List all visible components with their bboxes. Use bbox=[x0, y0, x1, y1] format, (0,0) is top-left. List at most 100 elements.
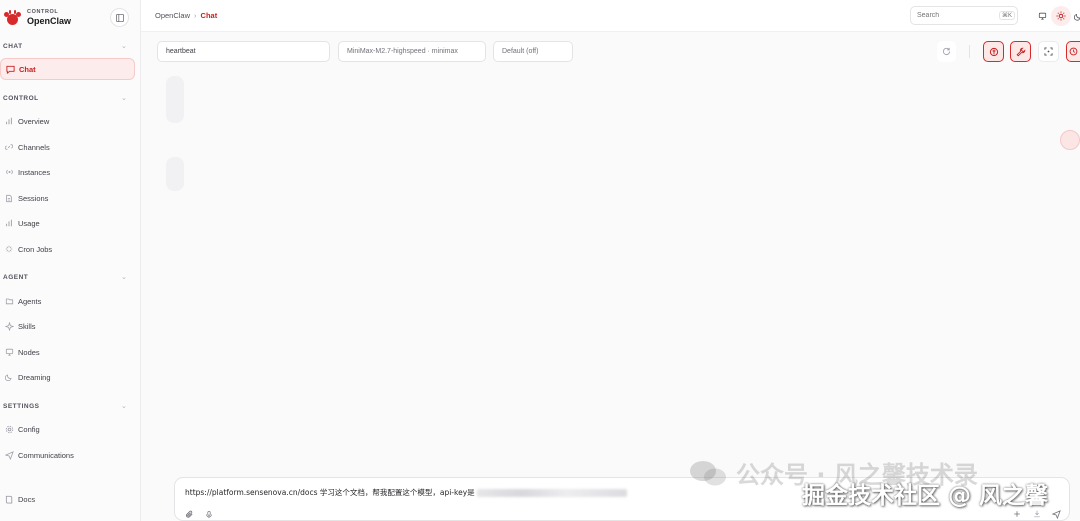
wechat-logo-icon bbox=[688, 458, 728, 488]
folder-icon bbox=[4, 296, 14, 306]
sidebar-item-label: Instances bbox=[18, 167, 51, 177]
bar-chart-icon bbox=[4, 116, 14, 126]
openclaw-logo-icon bbox=[4, 9, 21, 27]
composer-text: https://platform.sensenova.cn/docs 学习这个文… bbox=[185, 488, 475, 497]
sidebar-item-label: Nodes bbox=[18, 347, 40, 357]
sidebar-item-sessions[interactable]: Sessions bbox=[0, 187, 135, 209]
section-label-chat: CHAT bbox=[3, 43, 23, 50]
breadcrumb-separator: › bbox=[194, 11, 197, 20]
search-box[interactable]: ⌘K bbox=[910, 6, 1018, 25]
breadcrumb-current: Chat bbox=[200, 11, 218, 20]
scroll-indicator[interactable] bbox=[1060, 130, 1080, 150]
thinking-toggle-button[interactable] bbox=[983, 41, 1004, 62]
wrench-icon bbox=[1016, 47, 1025, 56]
sidebar-item-docs[interactable]: Docs bbox=[0, 488, 135, 510]
section-label-control: CONTROL bbox=[3, 95, 39, 102]
refresh-icon bbox=[942, 47, 951, 56]
sidebar-item-label: Agents bbox=[18, 296, 42, 306]
new-chat-button[interactable] bbox=[1012, 509, 1022, 519]
watermark-juejin: 掘金技术社区 @ 风之馨 bbox=[802, 483, 1049, 509]
voice-button[interactable] bbox=[204, 509, 214, 519]
download-icon bbox=[1034, 510, 1040, 518]
sidebar-toggle-icon bbox=[115, 13, 124, 22]
session-select[interactable]: heartbeat bbox=[157, 41, 330, 62]
history-button[interactable] bbox=[1066, 41, 1080, 62]
sidebar-item-label: Skills bbox=[18, 321, 36, 331]
sparkle-icon bbox=[4, 321, 14, 331]
send-icon bbox=[1051, 509, 1061, 519]
microphone-icon bbox=[206, 510, 212, 518]
message-skeleton bbox=[166, 157, 184, 191]
brain-icon bbox=[989, 47, 998, 56]
sidebar-item-label: Docs bbox=[18, 494, 36, 504]
gear-icon bbox=[4, 424, 14, 434]
redacted-api-key bbox=[476, 489, 627, 497]
message-icon bbox=[5, 64, 15, 74]
sidebar-item-channels[interactable]: Channels bbox=[0, 136, 135, 158]
export-button[interactable] bbox=[1032, 509, 1042, 519]
sidebar-item-skills[interactable]: Skills bbox=[0, 315, 135, 337]
link-icon bbox=[4, 142, 14, 152]
sidebar-item-overview[interactable]: Overview bbox=[0, 110, 135, 132]
loader-icon bbox=[4, 244, 14, 254]
divider bbox=[969, 45, 970, 58]
sidebar-item-dreaming[interactable]: Dreaming bbox=[0, 366, 135, 388]
sidebar-item-label: Usage bbox=[18, 218, 40, 228]
send-icon bbox=[4, 450, 14, 460]
clock-icon bbox=[1069, 47, 1078, 56]
model-select[interactable]: MiniMax-M2.7-highspeed · minimax bbox=[338, 41, 486, 62]
sidebar-item-nodes[interactable]: Nodes bbox=[0, 341, 135, 363]
monitor-icon bbox=[4, 347, 14, 357]
attach-button[interactable] bbox=[184, 509, 194, 519]
focus-icon bbox=[1044, 47, 1053, 56]
chevron-down-icon[interactable]: ⌄ bbox=[121, 94, 129, 102]
plus-icon bbox=[1014, 511, 1020, 517]
sidebar-item-label: Chat bbox=[19, 64, 36, 74]
search-input[interactable] bbox=[917, 12, 995, 19]
radio-icon bbox=[4, 167, 14, 177]
sidebar-item-instances[interactable]: Instances bbox=[0, 161, 135, 183]
section-label-settings: SETTINGS bbox=[3, 403, 40, 410]
sun-icon bbox=[1056, 11, 1066, 21]
chevron-down-icon[interactable]: ⌄ bbox=[121, 273, 129, 281]
sidebar-item-label: Channels bbox=[18, 142, 50, 152]
sidebar-item-cron-jobs[interactable]: Cron Jobs bbox=[0, 238, 135, 260]
file-icon bbox=[4, 193, 14, 203]
book-icon bbox=[4, 494, 14, 504]
search-shortcut: ⌘K bbox=[999, 11, 1016, 20]
message-skeleton bbox=[166, 76, 184, 123]
chevron-down-icon[interactable]: ⌄ bbox=[121, 42, 129, 50]
moon-icon bbox=[4, 372, 14, 382]
monitor-theme-button[interactable] bbox=[1034, 8, 1050, 24]
sidebar-item-chat[interactable]: Chat bbox=[0, 58, 135, 80]
sidebar-item-communications[interactable]: Communications bbox=[0, 444, 135, 466]
sidebar-item-config[interactable]: Config bbox=[0, 418, 135, 440]
tools-toggle-button[interactable] bbox=[1010, 41, 1031, 62]
sidebar-item-usage[interactable]: Usage bbox=[0, 212, 135, 234]
sidebar-item-label: Sessions bbox=[18, 193, 49, 203]
brand-name: OpenClaw bbox=[27, 16, 72, 27]
sidebar-item-label: Overview bbox=[18, 116, 50, 126]
topbar: OpenClaw › Chat ⌘K bbox=[141, 0, 1080, 32]
brand-tagline: CONTROL bbox=[27, 8, 59, 15]
sidebar-item-label: Config bbox=[18, 424, 40, 434]
sidebar-item-label: Communications bbox=[18, 450, 74, 460]
sidebar-collapse-button[interactable] bbox=[110, 8, 129, 27]
breadcrumb-root[interactable]: OpenClaw bbox=[155, 11, 190, 20]
light-theme-button[interactable] bbox=[1051, 6, 1071, 26]
dark-theme-button[interactable] bbox=[1074, 8, 1080, 24]
paperclip-icon bbox=[185, 510, 192, 518]
composer-input[interactable]: https://platform.sensenova.cn/docs 学习这个文… bbox=[185, 487, 627, 498]
sidebar-item-agents[interactable]: Agents bbox=[0, 290, 135, 312]
send-button[interactable] bbox=[1051, 509, 1061, 519]
sidebar-item-label: Dreaming bbox=[18, 372, 51, 382]
focus-mode-button[interactable] bbox=[1038, 41, 1059, 62]
sidebar: CONTROL OpenClaw CHAT ⌄ Chat CONTROL ⌄ O… bbox=[0, 0, 141, 521]
section-label-agent: AGENT bbox=[3, 274, 29, 281]
refresh-button[interactable] bbox=[937, 41, 956, 62]
moon-icon bbox=[1074, 13, 1080, 21]
thinking-level-select[interactable]: Default (off) bbox=[493, 41, 573, 62]
monitor-icon bbox=[1038, 12, 1046, 20]
bar-chart-icon bbox=[4, 218, 14, 228]
chevron-down-icon[interactable]: ⌄ bbox=[121, 402, 129, 410]
